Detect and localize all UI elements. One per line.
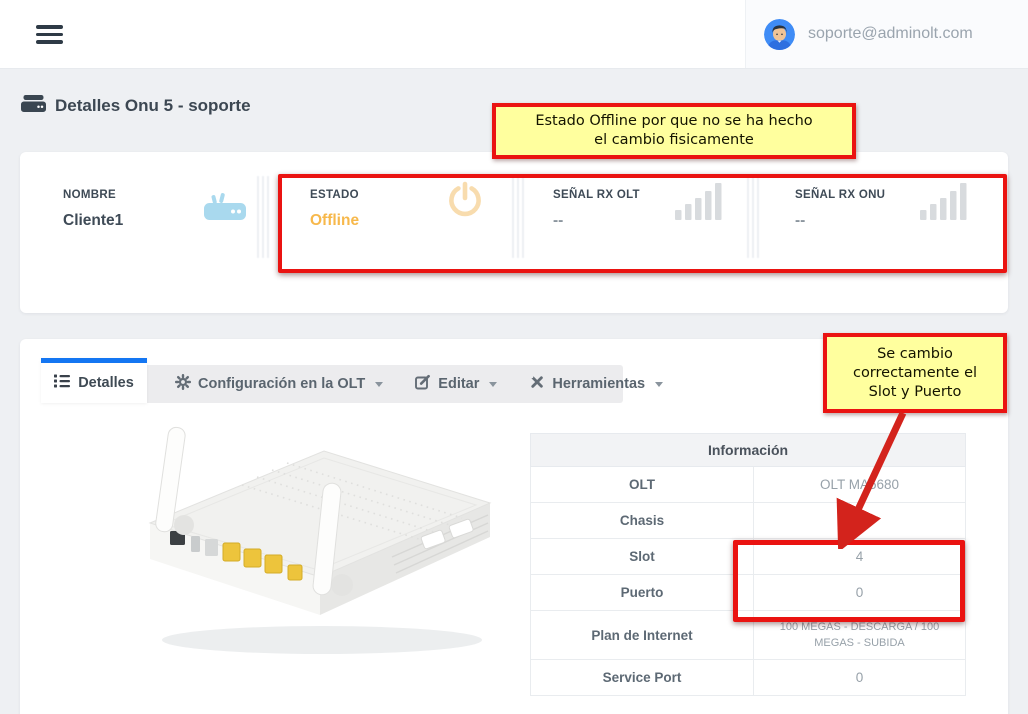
stat-rx-olt-label: SEÑAL RX OLT [553, 189, 640, 201]
row-slot-value: 4 [754, 539, 966, 575]
row-plan-value: 100 MEGAS - DESCARGA / 100 MEGAS - SUBID… [754, 611, 966, 660]
onu-product-image [92, 425, 522, 675]
gear-icon [175, 374, 191, 394]
row-puerto-label: Puerto [531, 575, 754, 611]
list-icon [54, 374, 70, 392]
stat-rx-onu-label: SEÑAL RX ONU [795, 189, 885, 201]
annotation-line: el cambio fisicamente [594, 131, 754, 150]
hamburger-menu-icon[interactable] [36, 25, 63, 44]
stat-rx-onu-value: -- [795, 212, 885, 230]
tab-configuracion-olt-label: Configuración en la OLT [198, 376, 365, 392]
info-table-header: Información [531, 434, 966, 467]
tab-herramientas[interactable]: Herramientas [513, 365, 679, 403]
user-menu[interactable]: soporte@adminolt.com [745, 0, 1028, 68]
annotation-line: Slot y Puerto [869, 383, 962, 402]
row-slot-label: Slot [531, 539, 754, 575]
row-olt-label: OLT [531, 467, 754, 503]
tab-detalles[interactable]: Detalles [41, 358, 147, 403]
onu-device-icon [21, 94, 46, 118]
app-screen: soporte@adminolt.com Detalles Onu 5 - so… [0, 0, 1028, 714]
table-row-olt: OLT OLT MA5680 [531, 467, 966, 503]
user-avatar-icon [764, 19, 795, 50]
table-row-chasis: Chasis 0 [531, 503, 966, 539]
caret-down-icon [655, 382, 663, 387]
stat-nombre-value: Cliente1 [63, 212, 123, 230]
stat-estado-value: Offline [310, 212, 359, 230]
annotation-line: correctamente el [853, 364, 977, 383]
stat-divider [747, 176, 760, 258]
table-row-slot: Slot 4 [531, 539, 966, 575]
stat-nombre-label: NOMBRE [63, 189, 123, 201]
stat-rx-olt: SEÑAL RX OLT -- [553, 189, 640, 230]
user-email: soporte@adminolt.com [808, 25, 973, 43]
row-plan-label: Plan de Internet [531, 611, 754, 660]
tab-herramientas-label: Herramientas [552, 376, 645, 392]
tab-editar[interactable]: Editar [399, 365, 513, 403]
tools-icon [529, 374, 545, 394]
power-icon [445, 180, 485, 225]
table-row-plan: Plan de Internet 100 MEGAS - DESCARGA / … [531, 611, 966, 660]
stat-nombre: NOMBRE Cliente1 [63, 189, 123, 230]
page-title: Detalles Onu 5 - soporte [55, 96, 251, 116]
table-row-puerto: Puerto 0 [531, 575, 966, 611]
table-row-service-port: Service Port 0 [531, 660, 966, 696]
annotation-line: Estado Offline por que no se ha hecho [535, 112, 812, 131]
info-table: Información OLT OLT MA5680 Chasis 0 Slot… [530, 433, 966, 696]
caret-down-icon [489, 382, 497, 387]
stat-rx-onu: SEÑAL RX ONU -- [795, 189, 885, 230]
row-service-port-value: 0 [754, 660, 966, 696]
row-chasis-value: 0 [754, 503, 966, 539]
top-navbar: soporte@adminolt.com [0, 0, 1028, 69]
signal-bars-icon [920, 183, 968, 225]
stat-divider [512, 176, 525, 258]
row-service-port-label: Service Port [531, 660, 754, 696]
router-icon [203, 192, 247, 227]
tab-editar-label: Editar [438, 376, 479, 392]
signal-bars-icon [675, 183, 723, 225]
stat-divider [257, 176, 270, 258]
annotation-line: Se cambio [877, 345, 953, 364]
row-olt-value: OLT MA5680 [754, 467, 966, 503]
caret-down-icon [375, 382, 383, 387]
annotation-slot-note: Se cambio correctamente el Slot y Puerto [823, 333, 1007, 413]
tab-detalles-label: Detalles [78, 375, 134, 391]
tab-configuracion-olt[interactable]: Configuración en la OLT [159, 365, 399, 403]
stat-estado-label: ESTADO [310, 189, 359, 201]
row-chasis-label: Chasis [531, 503, 754, 539]
annotation-offline-note: Estado Offline por que no se ha hecho el… [492, 103, 856, 159]
row-puerto-value: 0 [754, 575, 966, 611]
onu-summary-card: NOMBRE Cliente1 ESTADO Offline SE [20, 152, 1008, 313]
stat-estado: ESTADO Offline [310, 189, 359, 230]
edit-icon [415, 374, 431, 394]
stat-rx-olt-value: -- [553, 212, 640, 230]
breadcrumb: Detalles Onu 5 - soporte [21, 94, 251, 118]
